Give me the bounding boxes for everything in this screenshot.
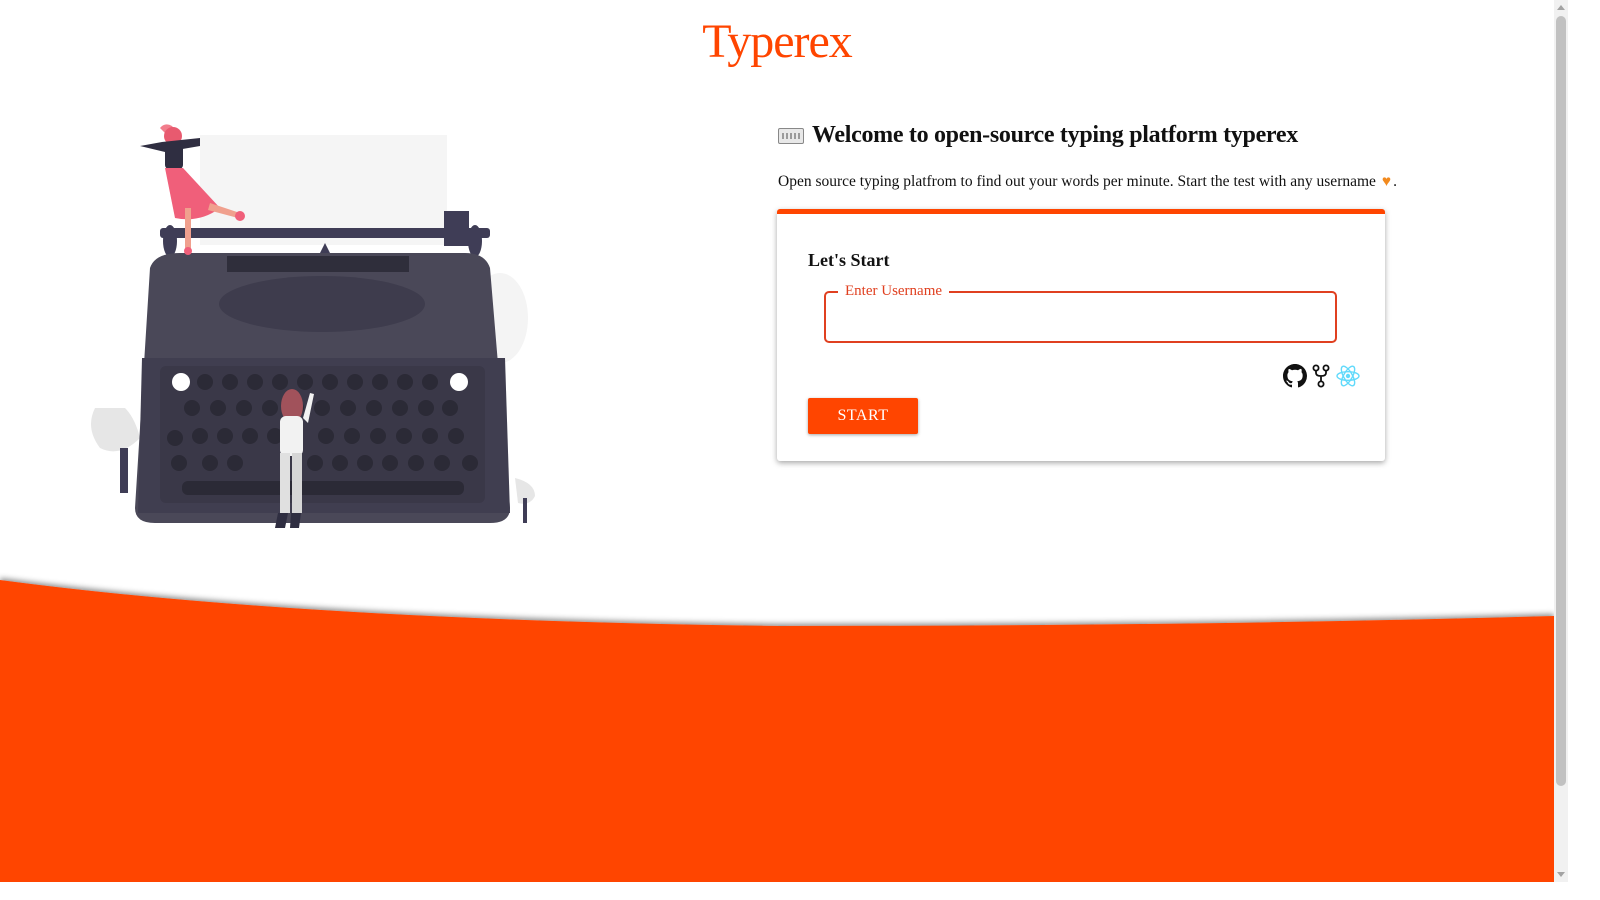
username-input[interactable]: [826, 293, 1335, 341]
scrollbar-thumb[interactable]: [1556, 16, 1566, 786]
github-icon[interactable]: [1283, 364, 1307, 388]
username-field[interactable]: Enter Username: [824, 282, 1337, 343]
tech-icons: [1283, 364, 1361, 388]
page: Typerex Welcome to open-source typing pl…: [0, 0, 1554, 900]
react-icon[interactable]: [1335, 364, 1361, 388]
git-fork-icon[interactable]: [1311, 364, 1331, 388]
heart-icon: ♥: [1381, 173, 1392, 190]
typewriter-illustration: [91, 124, 535, 528]
description-period: .: [1393, 173, 1397, 190]
username-label: Enter Username: [838, 282, 950, 300]
keyboard-icon: [778, 127, 804, 144]
welcome-title: Welcome to open-source typing platform t…: [812, 122, 1298, 148]
welcome-description-line: Open source typing platfrom to find out …: [778, 173, 1397, 191]
start-button[interactable]: START: [808, 398, 918, 434]
vertical-scrollbar[interactable]: [1554, 0, 1568, 882]
welcome-heading: Welcome to open-source typing platform t…: [778, 122, 1298, 149]
horizontal-scrollbar-track: [0, 882, 1568, 900]
scroll-down-arrow-icon[interactable]: [1557, 872, 1565, 877]
footer-wave: [0, 580, 1554, 900]
brand-title: Typerex: [702, 15, 853, 68]
start-card: Let's Start Enter Username START: [777, 209, 1385, 461]
scroll-up-arrow-icon[interactable]: [1557, 5, 1565, 10]
welcome-description: Open source typing platfrom to find out …: [778, 173, 1376, 190]
card-title: Let's Start: [808, 250, 890, 270]
